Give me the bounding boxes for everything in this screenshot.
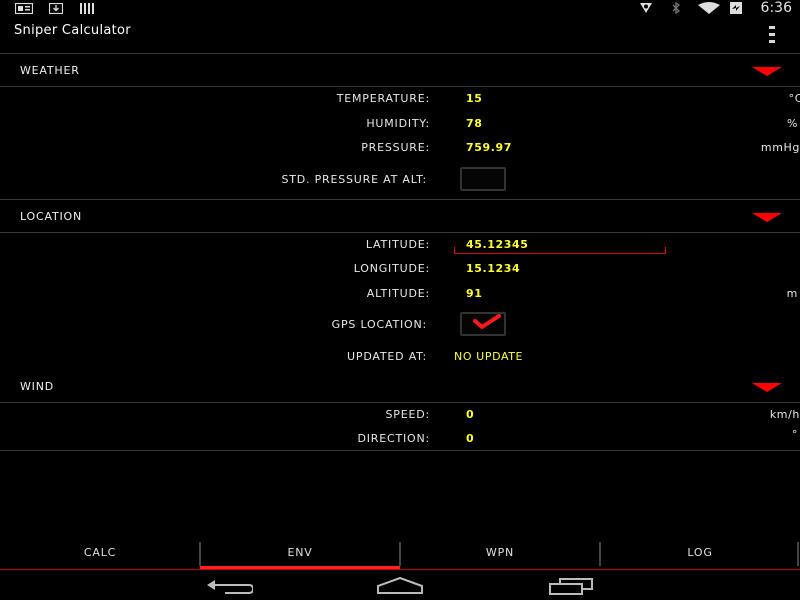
weather-section-title: WEATHER (20, 64, 80, 77)
wind-speed-unit: km/h (769, 408, 800, 421)
humidity-value[interactable]: 78 (466, 117, 483, 130)
tab-calc[interactable]: CALC (0, 540, 200, 568)
action-bar: Sniper Calculator (0, 17, 800, 54)
updated-at-label: UPDATED AT: (347, 350, 427, 363)
wind-direction-unit: ° (791, 428, 798, 441)
barcode-icon (80, 3, 94, 14)
location-section-title: LOCATION (20, 210, 82, 223)
temperature-unit: °C (788, 92, 800, 105)
divider (0, 450, 800, 451)
weather-section-header[interactable]: WEATHER (0, 54, 800, 87)
home-icon[interactable] (376, 576, 424, 594)
tab-env[interactable]: ENV (200, 540, 400, 568)
pressure-value[interactable]: 759.97 (466, 141, 512, 154)
longitude-value[interactable]: 15.1234 (466, 262, 520, 275)
wind-direction-value[interactable]: 0 (466, 432, 474, 445)
collapse-arrow-icon[interactable] (752, 213, 782, 222)
wind-section-title: WIND (20, 380, 55, 393)
humidity-unit: % (786, 117, 798, 130)
overflow-menu-icon[interactable] (767, 24, 777, 46)
altitude-value[interactable]: 91 (466, 287, 483, 300)
checkmark-icon (473, 314, 501, 329)
std-pressure-label: STD. PRESSURE AT ALT: (281, 173, 427, 186)
longitude-label: LONGITUDE: (353, 262, 430, 275)
gps-location-checkbox[interactable] (460, 312, 506, 336)
app-title: Sniper Calculator (14, 23, 131, 38)
altitude-unit: m (786, 287, 798, 300)
pressure-label: PRESSURE: (361, 141, 430, 154)
tab-wpn[interactable]: WPN (400, 540, 600, 568)
wind-speed-value[interactable]: 0 (466, 408, 474, 421)
humidity-label: HUMIDITY: (366, 117, 430, 130)
latitude-label: LATITUDE: (365, 238, 430, 251)
tab-bar: CALC ENV WPN LOG (0, 540, 800, 570)
temperature-value[interactable]: 15 (466, 92, 483, 105)
pressure-unit: mmHg (760, 141, 800, 154)
temperature-label: TEMPERATURE: (336, 92, 430, 105)
wifi-icon (698, 2, 720, 14)
tab-log[interactable]: LOG (600, 540, 800, 568)
wind-direction-label: DIRECTION: (357, 432, 430, 445)
gps-location-label: GPS LOCATION: (331, 318, 427, 331)
latitude-input-underline (454, 247, 666, 254)
status-clock: 6:36 (760, 0, 792, 16)
wind-section-header[interactable]: WIND (0, 370, 800, 403)
status-bar: 6:36 (0, 0, 800, 16)
notification-icon (15, 3, 33, 14)
recent-apps-icon[interactable] (548, 577, 594, 595)
tab-separator (797, 542, 799, 566)
location-icon (640, 3, 652, 13)
navigation-bar (0, 570, 800, 600)
collapse-arrow-icon[interactable] (752, 67, 782, 76)
bluetooth-icon (672, 2, 681, 14)
battery-icon (730, 2, 742, 14)
download-icon (49, 3, 63, 14)
altitude-label: ALTITUDE: (366, 287, 430, 300)
updated-at-value: NO UPDATE (454, 350, 524, 363)
std-pressure-checkbox[interactable] (460, 167, 506, 191)
wind-speed-label: SPEED: (385, 408, 430, 421)
collapse-arrow-icon[interactable] (752, 383, 782, 392)
location-section-header[interactable]: LOCATION (0, 200, 800, 233)
back-icon[interactable] (205, 576, 253, 596)
